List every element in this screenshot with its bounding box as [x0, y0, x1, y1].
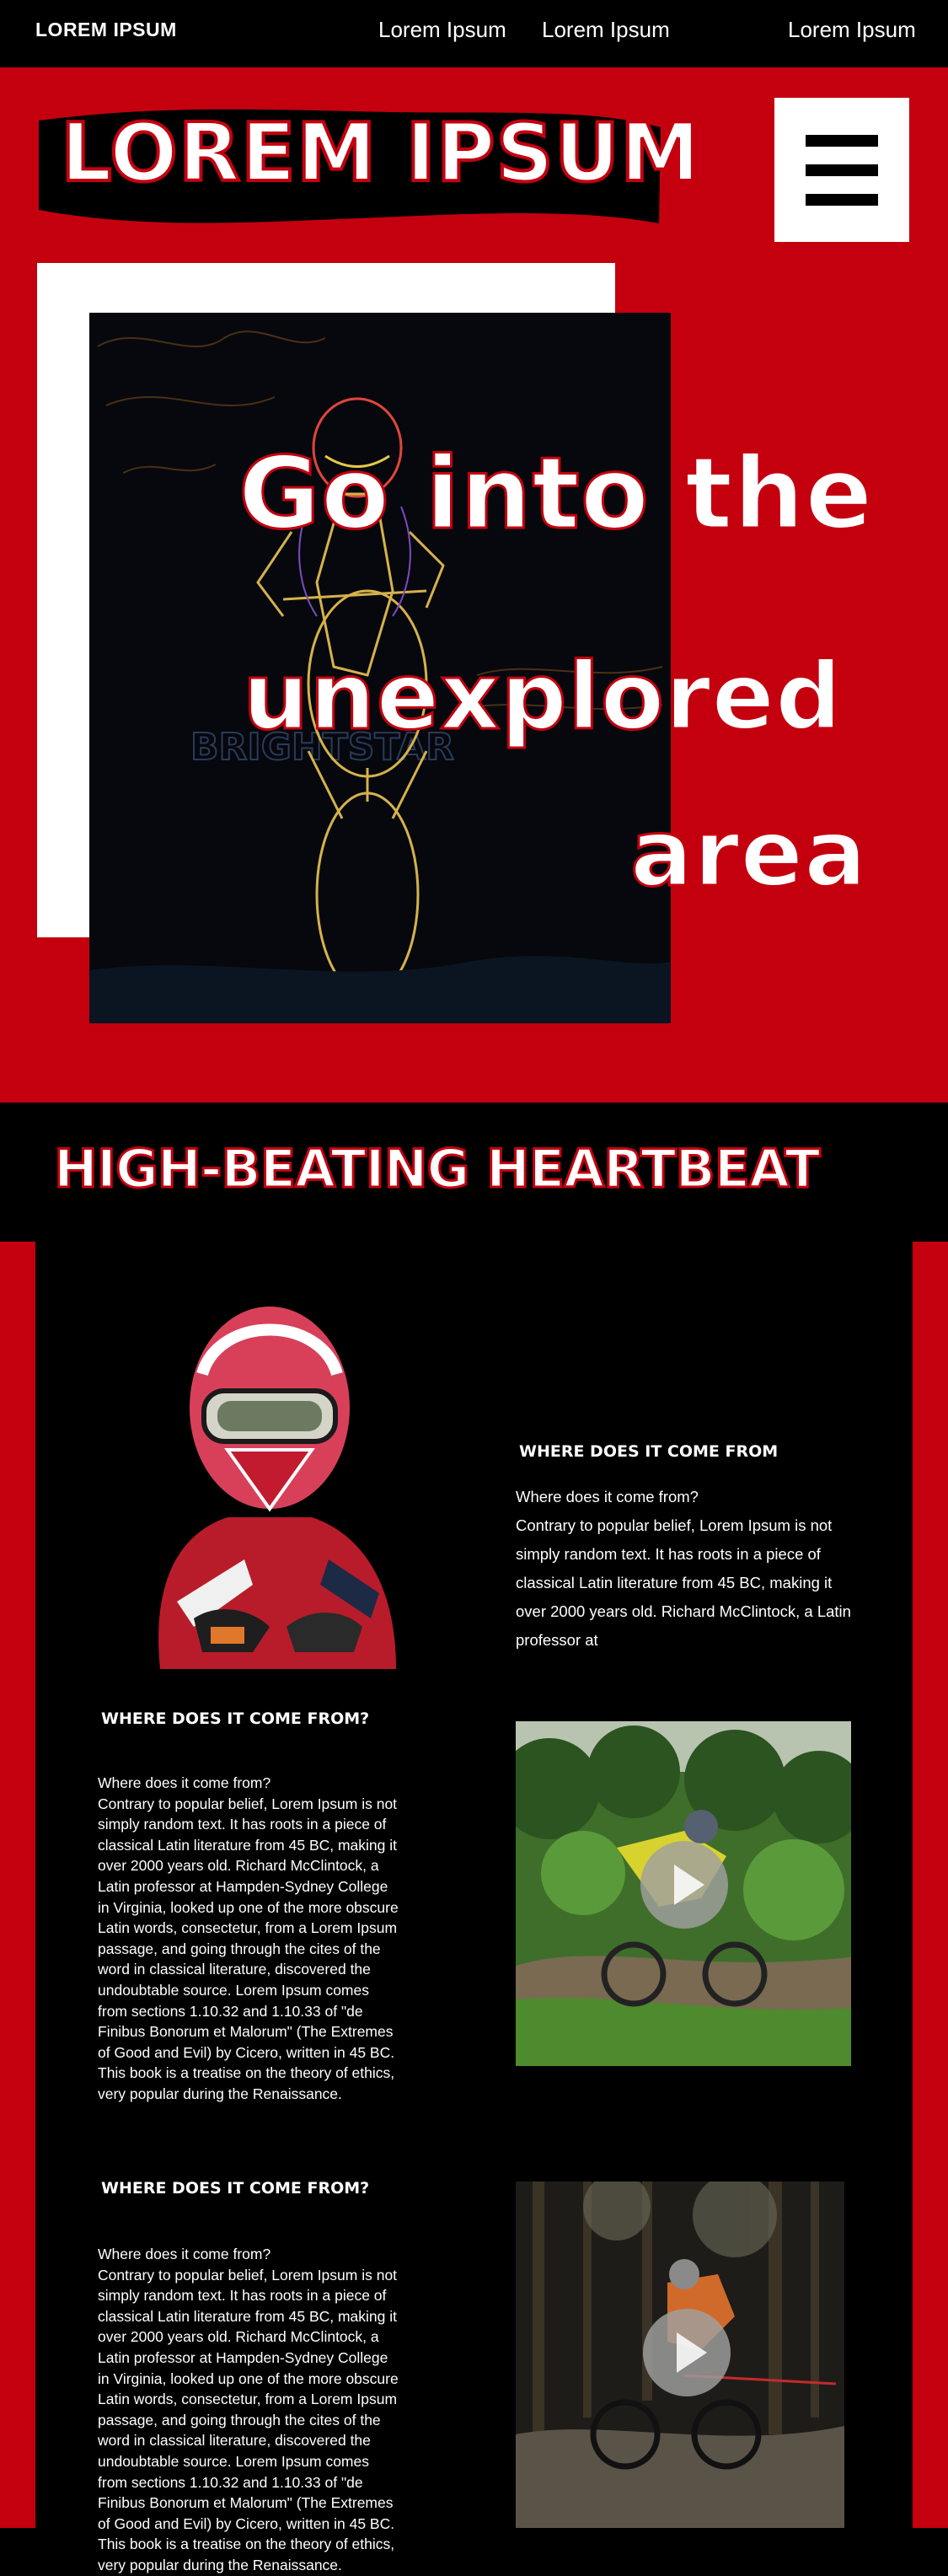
feature-2-heading: WHERE DOES IT COME FROM?	[101, 1709, 370, 1728]
section-title: HIGH-BEATING HEARTBEAT	[53, 1137, 822, 1201]
feature-3-heading: WHERE DOES IT COME FROM?	[101, 2179, 370, 2198]
feature-3-text: Where does it come from? Contrary to pop…	[98, 2244, 401, 2576]
hero-logo[interactable]: LOREM IPSUM	[37, 105, 702, 228]
rider-portrait-image	[126, 1281, 413, 1669]
feature-1-heading: WHERE DOES IT COME FROM	[519, 1442, 779, 1461]
hamburger-menu-button[interactable]	[774, 98, 909, 242]
play-icon[interactable]	[640, 1841, 728, 1929]
hero-headline-line-2: unexplored	[242, 641, 844, 752]
left-red-stripe	[0, 1242, 35, 2528]
nav-brand[interactable]: LOREM IPSUM	[35, 19, 177, 41]
video-2-thumbnail[interactable]	[516, 2182, 844, 2528]
feature-1-text: Where does it come from? Contrary to pop…	[516, 1483, 853, 1655]
feature-1-question: Where does it come from?	[516, 1488, 699, 1505]
nav-link-2[interactable]: Lorem Ipsum	[542, 17, 670, 43]
nav-link-3[interactable]: Lorem Ipsum	[788, 17, 916, 43]
top-navigation: LOREM IPSUM Lorem Ipsum Lorem Ipsum Lore…	[0, 0, 948, 69]
right-red-stripe	[913, 1242, 948, 2528]
feature-2-question: Where does it come from?	[98, 1774, 271, 1791]
feature-3-question: Where does it come from?	[98, 2246, 271, 2262]
play-icon[interactable]	[643, 2309, 731, 2396]
feature-2-body: Contrary to popular belief, Lorem Ipsum …	[98, 1795, 399, 2102]
nav-link-1[interactable]: Lorem Ipsum	[378, 17, 506, 43]
hero-headline-line-3: area	[629, 798, 868, 909]
feature-1-body: Contrary to popular belief, Lorem Ipsum …	[516, 1516, 851, 1649]
video-1-thumbnail[interactable]	[516, 1721, 851, 2066]
logo-text: LOREM IPSUM	[59, 107, 702, 200]
feature-2-text: Where does it come from? Contrary to pop…	[98, 1773, 401, 2105]
hero-headline-line-1: Go into the	[237, 434, 874, 553]
feature-3-body: Contrary to popular belief, Lorem Ipsum …	[98, 2266, 399, 2573]
